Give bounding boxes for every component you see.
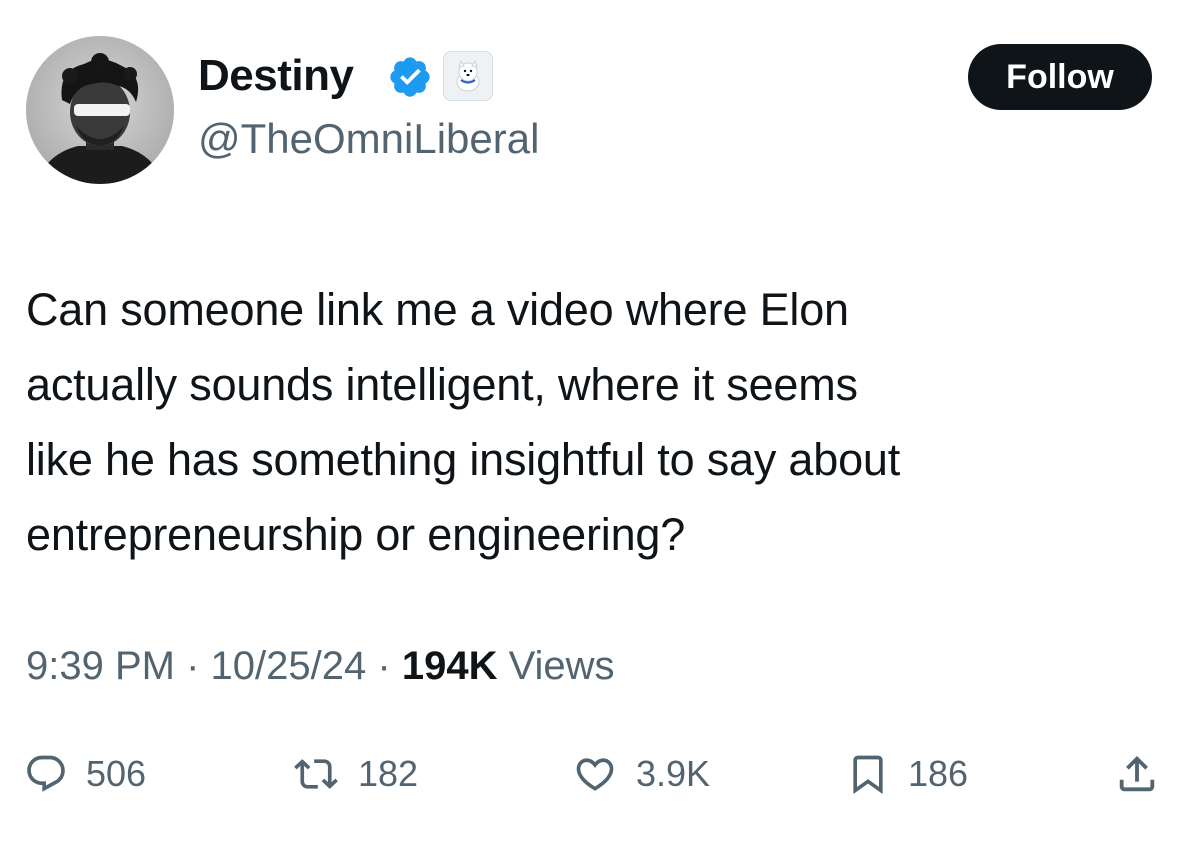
reply-bubble-icon	[24, 752, 68, 796]
bookmark-button[interactable]: 186	[846, 746, 968, 802]
repost-button[interactable]: 182	[292, 746, 418, 802]
heart-icon	[572, 752, 618, 796]
tweet-meta: 9:39 PM · 10/25/24 · 194K Views	[26, 646, 615, 686]
reply-count: 506	[86, 753, 147, 794]
author-handle[interactable]: @TheOmniLiberal	[198, 118, 539, 160]
tweet-action-bar: 506 182 3.9K 186	[0, 746, 1200, 802]
like-button[interactable]: 3.9K	[572, 746, 710, 802]
tweet-date[interactable]: 10/25/24	[211, 644, 367, 688]
author-display-name[interactable]: Destiny	[198, 54, 354, 98]
repost-count: 182	[358, 753, 419, 794]
tweet-text: Can someone link me a video where Elon a…	[26, 284, 901, 560]
bookmark-count: 186	[908, 753, 969, 794]
follow-button[interactable]: Follow	[968, 44, 1152, 110]
avatar[interactable]	[26, 36, 174, 184]
share-upload-icon	[1114, 751, 1160, 797]
meta-separator: ·	[377, 644, 391, 688]
repost-arrows-icon	[292, 752, 340, 796]
reply-button[interactable]: 506	[24, 746, 146, 802]
like-count: 3.9K	[636, 753, 711, 794]
verified-badge-icon[interactable]	[387, 54, 433, 100]
tweet-time[interactable]: 9:39 PM	[26, 644, 175, 688]
bookmark-icon	[846, 751, 890, 797]
avatar-image	[26, 36, 174, 184]
share-button[interactable]	[1114, 746, 1160, 802]
meta-separator: ·	[186, 644, 200, 688]
views-count[interactable]: 194K	[402, 644, 498, 688]
affiliate-badge-icon[interactable]	[443, 51, 493, 101]
views-label: Views	[508, 644, 615, 688]
